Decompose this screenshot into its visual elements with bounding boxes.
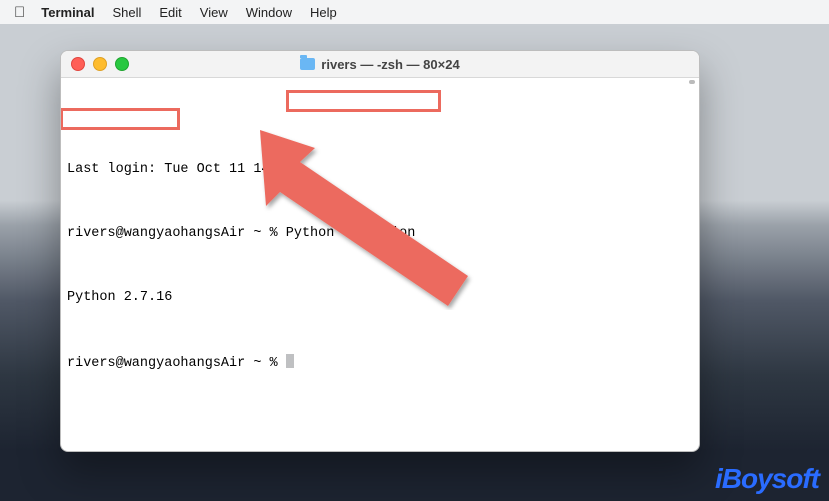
window-controls xyxy=(61,57,129,71)
highlight-box-output xyxy=(60,108,180,130)
scrollbar-indicator[interactable] xyxy=(689,80,695,84)
terminal-line: Python 2.7.16 xyxy=(67,290,693,306)
menubar-app-name[interactable]: Terminal xyxy=(41,5,94,20)
window-title: rivers — -zsh — 80×24 xyxy=(61,57,699,72)
folder-icon xyxy=(300,58,315,70)
menubar-item-shell[interactable]: Shell xyxy=(112,5,141,20)
minimize-button[interactable] xyxy=(93,57,107,71)
zoom-button[interactable] xyxy=(115,57,129,71)
terminal-cursor xyxy=(286,354,294,368)
terminal-line: Last login: Tue Oct 11 14: xyxy=(67,162,693,178)
terminal-prompt: rivers@wangyaohangsAir ~ % xyxy=(67,226,286,241)
menubar-item-help[interactable]: Help xyxy=(310,5,337,20)
menubar-item-edit[interactable]: Edit xyxy=(159,5,181,20)
terminal-output: Python 2.7.16 xyxy=(67,290,172,305)
menubar-item-view[interactable]: View xyxy=(200,5,228,20)
desktop:  Terminal Shell Edit View Window Help r… xyxy=(0,0,829,501)
watermark-logo: iBoysoft xyxy=(715,463,819,495)
highlight-box-command xyxy=(286,90,441,112)
menubar[interactable]:  Terminal Shell Edit View Window Help xyxy=(0,0,829,24)
terminal-line: rivers@wangyaohangsAir ~ % Python --vers… xyxy=(67,226,693,242)
window-title-text: rivers — -zsh — 80×24 xyxy=(321,57,459,72)
window-titlebar[interactable]: rivers — -zsh — 80×24 xyxy=(61,51,699,78)
terminal-body[interactable]: Last login: Tue Oct 11 14: rivers@wangya… xyxy=(61,78,699,452)
terminal-command: Python --version xyxy=(286,226,416,241)
terminal-line: rivers@wangyaohangsAir ~ % xyxy=(67,354,693,370)
menubar-item-window[interactable]: Window xyxy=(246,5,292,20)
close-button[interactable] xyxy=(71,57,85,71)
terminal-text: Last login: Tue Oct 11 14: xyxy=(67,162,278,177)
apple-menu-icon[interactable]:  xyxy=(14,4,25,21)
terminal-window[interactable]: rivers — -zsh — 80×24 Last login: Tue Oc… xyxy=(60,50,700,452)
terminal-prompt: rivers@wangyaohangsAir ~ % xyxy=(67,356,286,371)
